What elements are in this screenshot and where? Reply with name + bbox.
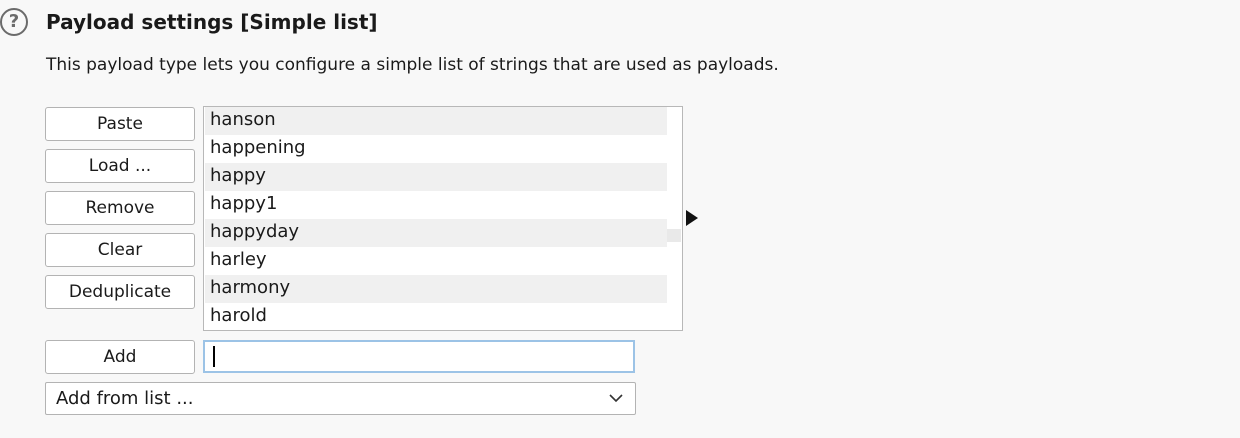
list-item[interactable]: happy1 bbox=[205, 191, 667, 219]
section-description: This payload type lets you configure a s… bbox=[46, 55, 779, 75]
expand-arrow-icon[interactable] bbox=[686, 210, 698, 226]
list-scroll-indicator[interactable] bbox=[667, 229, 681, 242]
remove-button[interactable]: Remove bbox=[45, 191, 195, 225]
list-item[interactable]: happyday bbox=[205, 219, 667, 247]
list-item[interactable]: harley bbox=[205, 247, 667, 275]
text-caret bbox=[213, 346, 215, 367]
help-icon[interactable]: ? bbox=[0, 8, 28, 36]
list-item[interactable]: harmony bbox=[205, 275, 667, 303]
deduplicate-button[interactable]: Deduplicate bbox=[45, 275, 195, 309]
add-from-list-dropdown[interactable]: Add from list ... bbox=[45, 382, 636, 415]
add-from-list-label: Add from list ... bbox=[56, 388, 194, 409]
list-item[interactable]: hanson bbox=[205, 107, 667, 135]
chevron-down-icon bbox=[609, 394, 623, 403]
section-title: Payload settings [Simple list] bbox=[46, 10, 378, 34]
list-item[interactable]: happy bbox=[205, 163, 667, 191]
list-item[interactable]: happening bbox=[205, 135, 667, 163]
paste-button[interactable]: Paste bbox=[45, 107, 195, 141]
add-item-input[interactable] bbox=[203, 340, 635, 373]
payload-list[interactable]: hanson happening happy happy1 happyday h… bbox=[203, 106, 683, 331]
list-item[interactable]: harold bbox=[205, 303, 667, 330]
add-button[interactable]: Add bbox=[45, 340, 195, 374]
load-button[interactable]: Load ... bbox=[45, 149, 195, 183]
clear-button[interactable]: Clear bbox=[45, 233, 195, 267]
payload-settings-panel: ? Payload settings [Simple list] This pa… bbox=[0, 0, 1240, 438]
